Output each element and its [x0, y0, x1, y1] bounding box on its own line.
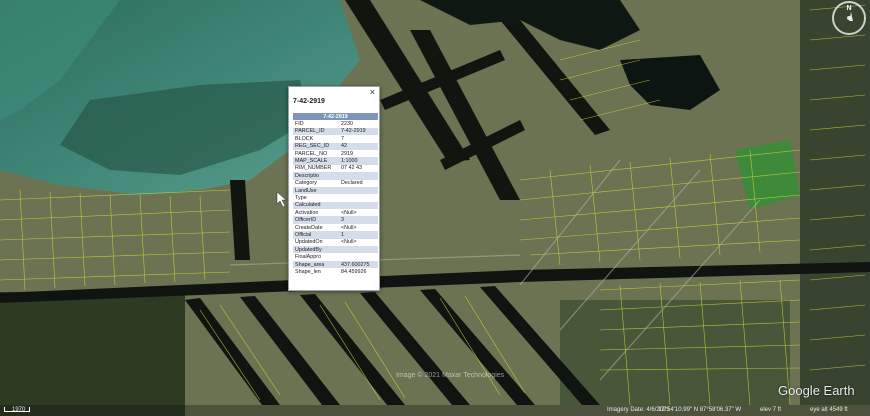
- field-name: UpdatedOn: [295, 239, 323, 246]
- table-row: FinalAppro: [293, 253, 378, 260]
- map-view[interactable]: 7-42-2919 × 7-42-2919 FID 2230 PARCEL_ID 7…: [0, 0, 870, 416]
- field-name: Calculated: [293, 201, 339, 210]
- popup-title: 7-42-2919: [293, 98, 325, 105]
- table-row: Official 1: [293, 231, 378, 239]
- table-row: Calculated: [293, 201, 378, 210]
- imagery-copyright: Image © 2021 Maxar Technologies: [396, 372, 505, 379]
- table-row: Category Declared: [293, 180, 378, 187]
- field-name: Category: [295, 180, 317, 187]
- field-value: [339, 253, 378, 260]
- field-value: <Null>: [341, 239, 357, 246]
- field-name: BLOCK: [295, 135, 314, 142]
- field-value: 7-42-2919: [339, 127, 378, 136]
- field-name: CreateDate: [295, 224, 323, 231]
- field-name: FID: [295, 121, 304, 128]
- field-value: Declared: [341, 180, 363, 187]
- table-row: UpdatedOn <Null>: [293, 239, 378, 246]
- compass-north-label: N: [846, 5, 852, 12]
- table-row: BLOCK 7: [293, 135, 378, 142]
- vegetation-left: [0, 292, 185, 416]
- field-value: <Null>: [341, 224, 357, 231]
- field-value: 2230: [341, 121, 353, 128]
- field-value: 07 42 43: [341, 165, 362, 172]
- field-value: 84.459926: [341, 268, 367, 275]
- field-value: [339, 201, 378, 210]
- field-name: FinalAppro: [295, 254, 322, 261]
- field-value: 7: [341, 135, 344, 142]
- vegetation-mid: [560, 300, 790, 405]
- compass-hub: [847, 16, 851, 20]
- field-value: [339, 194, 378, 201]
- table-row: Shape_len 84.459926: [293, 268, 378, 275]
- field-name: LandUse: [293, 186, 339, 195]
- table-row: MAP_SCALE 1:1000: [293, 157, 378, 165]
- table-row: LandUse: [293, 186, 378, 195]
- field-name: PARCEL_NO: [295, 150, 328, 157]
- field-name: Shape_len: [295, 268, 321, 275]
- table-row: CreateDate <Null>: [293, 224, 378, 231]
- field-value: [339, 172, 378, 180]
- feature-info-popup: 7-42-2919 × 7-42-2919 FID 2230 PARCEL_ID 7…: [288, 86, 380, 291]
- attribute-table: 7-42-2919 FID 2230 PARCEL_ID 7-42-2919 BLO…: [293, 113, 378, 276]
- table-row: Activation <Null>: [293, 209, 378, 216]
- field-value: 42: [339, 142, 378, 150]
- table-row: Type: [293, 194, 378, 201]
- field-value: 2919: [341, 150, 353, 157]
- close-icon[interactable]: ×: [370, 88, 375, 97]
- eye-altitude: eye alt 4549 ft: [810, 407, 848, 413]
- field-name: Activation: [295, 209, 319, 216]
- field-name: OfficerID: [293, 216, 339, 224]
- field-value: 1: [339, 231, 378, 239]
- field-name: RIM_NUMBER: [295, 165, 332, 172]
- field-name: Descriptio: [293, 172, 339, 180]
- elevation: elev 7 ft: [760, 407, 782, 413]
- field-name: REG_SEC_ID: [293, 142, 339, 150]
- field-name: Type: [295, 194, 307, 201]
- field-name: Official: [293, 231, 339, 239]
- status-bar: 1970 Imagery Date: 4/6/2021 17°54'10.99"…: [0, 405, 870, 416]
- field-value: <Null>: [341, 209, 357, 216]
- table-row: Shape_area 437.600275: [293, 260, 378, 269]
- field-value: 1:1000: [339, 157, 378, 165]
- vegetation-right: [800, 0, 870, 405]
- field-value: [339, 186, 378, 195]
- field-value: 3: [339, 216, 378, 224]
- table-row: REG_SEC_ID 42: [293, 142, 378, 150]
- table-row: PARCEL_ID 7-42-2919: [293, 127, 378, 136]
- field-name: Shape_area: [293, 260, 339, 269]
- table-row: UpdatedBy: [293, 246, 378, 254]
- table-row: FID 2230: [293, 120, 378, 127]
- table-row: RIM_NUMBER 07 42 43: [293, 165, 378, 172]
- google-earth-logo: Google Earth: [778, 383, 855, 398]
- field-name: MAP_SCALE: [293, 157, 339, 165]
- satellite-imagery: [0, 0, 870, 416]
- table-row: Descriptio: [293, 172, 378, 180]
- compass-icon[interactable]: N: [832, 1, 866, 35]
- table-row: OfficerID 3: [293, 216, 378, 224]
- field-name: PARCEL_ID: [293, 127, 339, 136]
- attribute-table-header: 7-42-2919: [293, 113, 378, 121]
- table-row: PARCEL_NO 2919: [293, 150, 378, 157]
- coordinates: 17°54'10.99" N 87°58'06.37" W: [658, 407, 742, 413]
- scale-bar: [4, 407, 30, 412]
- field-name: UpdatedBy: [293, 246, 339, 254]
- field-value: [339, 246, 378, 254]
- field-value: 437.600275: [339, 260, 378, 269]
